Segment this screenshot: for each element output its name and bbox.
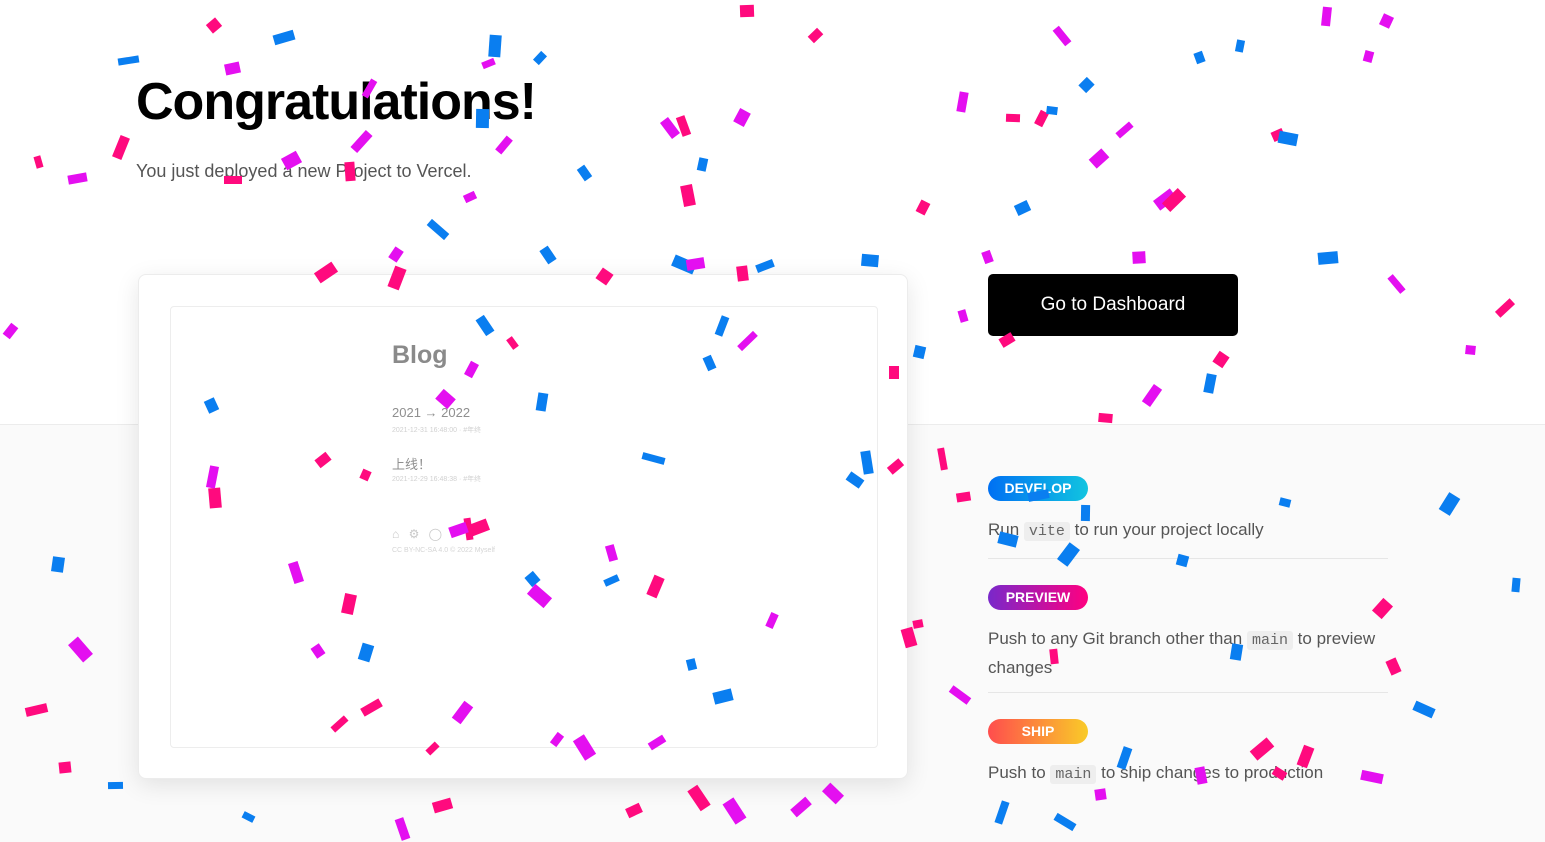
confetti-piece	[1203, 373, 1217, 394]
confetti-piece	[1321, 6, 1332, 27]
page-title: Congratulations!	[136, 73, 537, 131]
confetti-piece	[1088, 148, 1110, 169]
step-text-part: Run	[988, 520, 1024, 539]
confetti-piece	[807, 27, 824, 44]
vite-command-code: vite	[1023, 522, 1070, 541]
confetti-piece	[659, 117, 681, 139]
confetti-piece	[1141, 384, 1163, 407]
confetti-piece	[1270, 127, 1286, 143]
preview-post-meta: 2021-12-29 16:48:38 · #年终	[392, 476, 482, 483]
preview-post-title: 2021 → 2022	[392, 405, 471, 420]
confetti-piece	[685, 257, 706, 271]
preview-footer-icons: ⌂ ⚙ ◯	[392, 527, 446, 541]
confetti-piece	[576, 164, 593, 182]
step-text-part: Push to any Git branch other than	[988, 629, 1247, 648]
confetti-piece	[462, 190, 478, 204]
confetti-piece	[956, 91, 969, 113]
main-branch-code: main	[1050, 765, 1097, 784]
confetti-piece	[861, 253, 879, 268]
preview-step-text: Push to any Git branch other than main t…	[988, 625, 1388, 681]
confetti-piece	[675, 115, 692, 137]
preview-badge: PREVIEW	[988, 585, 1088, 610]
confetti-piece	[696, 157, 709, 172]
confetti-piece	[1277, 130, 1299, 147]
confetti-piece	[1078, 76, 1095, 94]
confetti-piece	[1034, 109, 1049, 128]
confetti-piece	[426, 218, 450, 241]
confetti-piece	[1212, 350, 1230, 369]
confetti-piece	[912, 344, 927, 360]
confetti-piece	[957, 309, 969, 323]
confetti-piece	[1161, 188, 1187, 212]
confetti-piece	[481, 57, 496, 70]
confetti-piece	[1317, 251, 1339, 265]
confetti-piece	[1494, 298, 1516, 318]
step-text-part: Push to	[988, 763, 1051, 782]
step-text-part: to run your project locally	[1069, 520, 1264, 539]
confetti-piece	[1465, 345, 1476, 355]
confetti-piece	[1234, 39, 1246, 53]
develop-step-text: Run vite to run your project locally	[988, 516, 1388, 545]
confetti-piece	[1387, 274, 1406, 294]
confetti-piece	[671, 254, 697, 275]
preview-footer-copyright: CC BY-NC-SA 4.0 © 2022 Myself	[392, 547, 495, 554]
confetti-piece	[488, 34, 502, 58]
confetti-piece	[539, 245, 557, 265]
step-text-part: to ship changes to production	[1096, 763, 1324, 782]
confetti-piece	[1098, 412, 1113, 424]
develop-badge: DEVELOP	[988, 476, 1088, 501]
confetti-piece	[495, 135, 513, 155]
preview-post-title: 上线！	[392, 457, 432, 472]
confetti-piece	[272, 29, 296, 46]
confetti-piece	[1115, 121, 1134, 139]
deployment-screenshot: Blog 2021 → 2022 2021-12-31 16:48:00 · #…	[170, 306, 878, 748]
confetti-piece	[67, 172, 88, 185]
confetti-piece	[205, 17, 223, 34]
go-to-dashboard-button[interactable]: Go to Dashboard	[988, 274, 1238, 336]
deployment-preview-card[interactable]: Blog 2021 → 2022 2021-12-31 16:48:00 · #…	[138, 274, 908, 779]
ship-badge: SHIP	[988, 719, 1088, 744]
confetti-piece	[739, 4, 755, 18]
confetti-piece	[1362, 50, 1375, 63]
main-branch-code: main	[1246, 631, 1293, 650]
confetti-piece	[112, 134, 130, 161]
confetti-piece	[733, 108, 751, 127]
confetti-piece	[1153, 188, 1177, 211]
page-subtitle: You just deployed a new Project to Verce…	[136, 161, 472, 181]
confetti-piece	[1046, 105, 1058, 116]
confetti-piece	[33, 155, 44, 169]
confetti-piece	[1132, 251, 1146, 264]
confetti-piece	[755, 259, 775, 273]
confetti-piece	[532, 50, 548, 66]
confetti-piece	[2, 322, 19, 340]
preview-blog-title: Blog	[392, 341, 448, 369]
confetti-piece	[1378, 13, 1395, 29]
confetti-piece	[388, 246, 404, 263]
step-divider	[988, 692, 1388, 693]
confetti-piece	[981, 249, 994, 265]
confetti-piece	[1193, 50, 1206, 65]
confetti-piece	[915, 199, 931, 216]
step-divider	[988, 558, 1388, 559]
confetti-piece	[680, 184, 696, 207]
confetti-piece	[1013, 200, 1032, 216]
confetti-piece	[1005, 113, 1021, 123]
confetti-piece	[117, 55, 140, 66]
ship-step-text: Push to main to ship changes to producti…	[988, 759, 1388, 788]
confetti-piece	[350, 129, 373, 154]
confetti-piece	[1052, 25, 1072, 47]
preview-post-meta: 2021-12-31 16:48:00 · #年终	[392, 427, 482, 434]
